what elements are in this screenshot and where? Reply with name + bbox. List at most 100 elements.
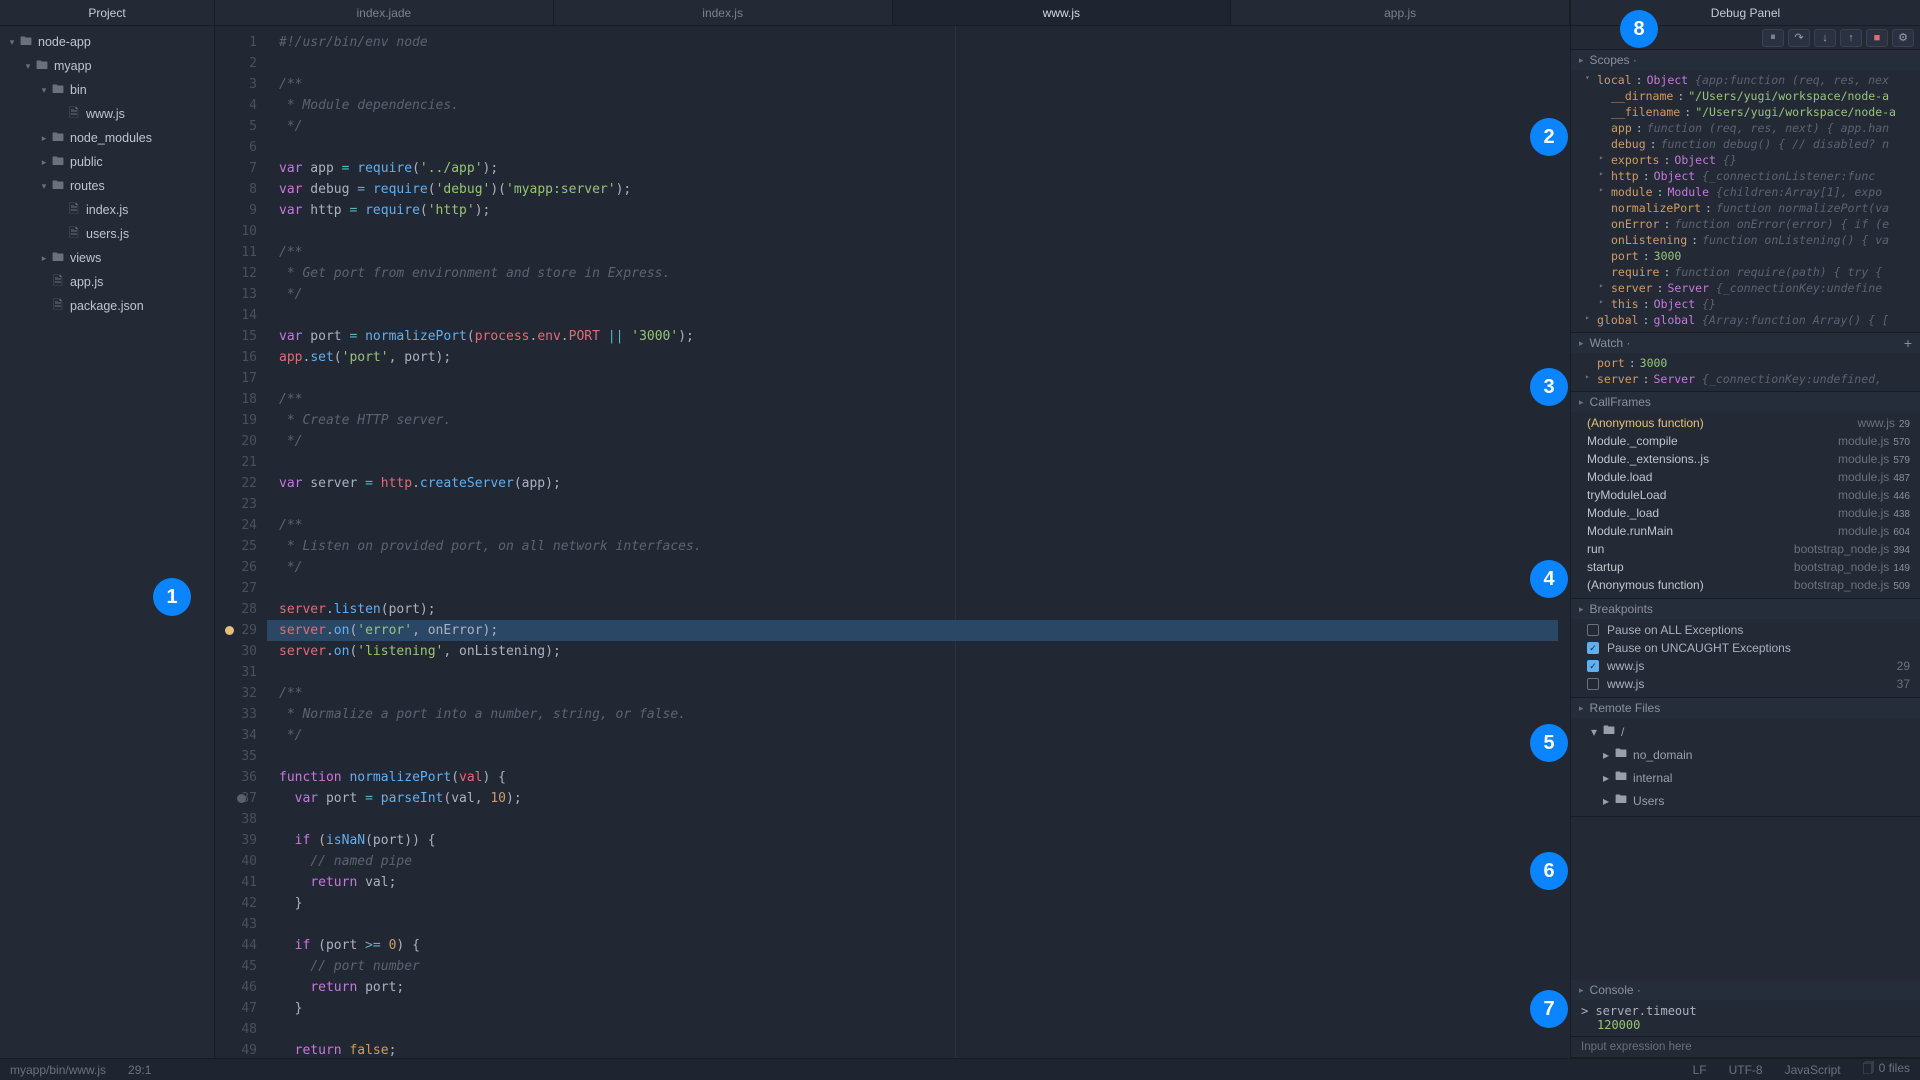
scope-var[interactable]: onListening:function onListening() { va: [1571, 232, 1920, 248]
chevron-right-icon: ▸: [1603, 771, 1609, 785]
tree-label: node-app: [38, 35, 91, 49]
scope-var[interactable]: ▸module:Module {children:Array[1], expo: [1571, 184, 1920, 200]
tree-file-www[interactable]: 🗎www.js: [0, 102, 214, 126]
tab-index-jade[interactable]: index.jade: [215, 0, 554, 25]
chevron-right-icon: ▸: [1579, 338, 1584, 349]
status-files[interactable]: 🗍0 files: [1863, 1059, 1910, 1080]
pause-button[interactable]: ⏸: [1762, 29, 1784, 47]
callframe-row[interactable]: Module._loadmodule.js438: [1571, 504, 1920, 522]
tree-folder-views[interactable]: ▸🖿views: [0, 246, 214, 270]
tree-folder-public[interactable]: ▸🖿public: [0, 150, 214, 174]
bp-line: 29: [1897, 659, 1910, 673]
console-input[interactable]: Input expression here: [1571, 1036, 1920, 1057]
settings-button[interactable]: ⚙: [1892, 29, 1914, 47]
tree-file-users[interactable]: 🗎users.js: [0, 222, 214, 246]
line-gutter[interactable]: 1234567891011121314151617181920212223242…: [215, 26, 267, 1058]
breakpoints-header[interactable]: ▸Breakpoints: [1571, 599, 1920, 619]
console-header[interactable]: ▸Console ·: [1571, 980, 1920, 1000]
tree-label: myapp: [54, 59, 92, 73]
file-icon: 🗎: [66, 104, 82, 125]
scope-var[interactable]: ▸server:Server {_connectionKey:undefine: [1571, 280, 1920, 296]
bp-pause-uncaught[interactable]: ✓Pause on UNCAUGHT Exceptions: [1571, 639, 1920, 657]
status-bar: myapp/bin/www.js 29:1 LF UTF-8 JavaScrip…: [0, 1058, 1920, 1080]
callframe-row[interactable]: (Anonymous function)bootstrap_node.js509: [1571, 576, 1920, 594]
rf-item[interactable]: ▸🖿no_domain: [1571, 743, 1920, 766]
callframe-row[interactable]: tryModuleLoadmodule.js446: [1571, 486, 1920, 504]
annotation-badge-6: 6: [1532, 854, 1566, 888]
status-line-ending[interactable]: LF: [1693, 1063, 1707, 1077]
scope-var[interactable]: normalizePort:function normalizePort(va: [1571, 200, 1920, 216]
remote-files-header[interactable]: ▸Remote Files: [1571, 698, 1920, 718]
scope-local[interactable]: ▾local:Object {app:function (req, res, n…: [1571, 72, 1920, 88]
bp-file[interactable]: www.js37: [1571, 675, 1920, 693]
tree-file-package[interactable]: 🗎package.json: [0, 294, 214, 318]
step-out-button[interactable]: ↑: [1840, 29, 1862, 47]
bp-file[interactable]: ✓ www.js 29: [1571, 657, 1920, 675]
scope-var[interactable]: __filename:"/Users/yugi/workspace/node-a: [1571, 104, 1920, 120]
callframe-row[interactable]: Module.loadmodule.js487: [1571, 468, 1920, 486]
callframe-row[interactable]: Module._compilemodule.js570: [1571, 432, 1920, 450]
editor-tabs: index.jade index.js www.js app.js: [215, 0, 1570, 26]
checkbox-icon[interactable]: [1587, 678, 1599, 690]
tree-folder-bin[interactable]: ▾🖿bin: [0, 78, 214, 102]
project-sidebar: Project ▾🖿node-app ▾🖿myapp ▾🖿bin 🗎www.js…: [0, 0, 215, 1058]
checkbox-icon[interactable]: ✓: [1587, 660, 1599, 672]
callframe-row[interactable]: runbootstrap_node.js394: [1571, 540, 1920, 558]
rf-root[interactable]: ▾🖿/: [1571, 720, 1920, 743]
tab-app-js[interactable]: app.js: [1231, 0, 1570, 25]
folder-icon: 🖿: [34, 56, 50, 77]
chevron-right-icon: ▸: [1599, 153, 1611, 167]
callframes-section: ▸CallFrames (Anonymous function)www.js29…: [1571, 392, 1920, 599]
code-editor[interactable]: 1234567891011121314151617181920212223242…: [215, 26, 1570, 1058]
callframe-row[interactable]: Module.runMainmodule.js604: [1571, 522, 1920, 540]
tree-folder-myapp[interactable]: ▾🖿myapp: [0, 54, 214, 78]
watch-var[interactable]: port:3000: [1571, 355, 1920, 371]
tree-label: bin: [70, 83, 87, 97]
scopes-header[interactable]: ▸Scopes ·: [1571, 50, 1920, 70]
step-over-button[interactable]: ↷: [1788, 29, 1810, 47]
scope-var[interactable]: onError:function onError(error) { if (e: [1571, 216, 1920, 232]
tree-file-index[interactable]: 🗎index.js: [0, 198, 214, 222]
scope-var[interactable]: require:function require(path) { try {: [1571, 264, 1920, 280]
step-into-button[interactable]: ↓: [1814, 29, 1836, 47]
file-icon: 🗎: [50, 272, 66, 293]
callframe-row[interactable]: (Anonymous function)www.js29: [1571, 414, 1920, 432]
add-watch-button[interactable]: +: [1904, 335, 1912, 351]
scope-var[interactable]: ▸http:Object {_connectionListener:func: [1571, 168, 1920, 184]
watch-var[interactable]: ▸server:Server {_connectionKey:undefined…: [1571, 371, 1920, 387]
tree-folder-root[interactable]: ▾🖿node-app: [0, 30, 214, 54]
stop-button[interactable]: ■: [1866, 29, 1888, 47]
checkbox-icon[interactable]: ✓: [1587, 642, 1599, 654]
rf-item[interactable]: ▸🖿internal: [1571, 766, 1920, 789]
watch-header[interactable]: ▸Watch ·+: [1571, 333, 1920, 353]
folder-icon: 🖿: [1615, 767, 1627, 788]
tree-file-app[interactable]: 🗎 app.js: [0, 270, 214, 294]
bp-label: www.js: [1607, 659, 1644, 673]
code-content[interactable]: #!/usr/bin/env node/** * Module dependen…: [267, 26, 1570, 1058]
scope-var[interactable]: ▸exports:Object {}: [1571, 152, 1920, 168]
tree-folder-node-modules[interactable]: ▸🖿node_modules: [0, 126, 214, 150]
tree-label: package.json: [70, 299, 144, 313]
callframe-row[interactable]: Module._extensions..jsmodule.js579: [1571, 450, 1920, 468]
chevron-right-icon: ▸: [1579, 397, 1584, 408]
bp-pause-all[interactable]: Pause on ALL Exceptions: [1571, 621, 1920, 639]
tree-label: app.js: [70, 275, 103, 289]
status-cursor-pos[interactable]: 29:1: [128, 1063, 151, 1077]
status-language[interactable]: JavaScript: [1785, 1063, 1841, 1077]
rf-item[interactable]: ▸🖿Users: [1571, 789, 1920, 812]
file-icon: 🗎: [66, 200, 82, 221]
tree-folder-routes[interactable]: ▾🖿routes: [0, 174, 214, 198]
scope-var[interactable]: debug:function debug() { // disabled? n: [1571, 136, 1920, 152]
scope-var[interactable]: app:function (req, res, next) { app.han: [1571, 120, 1920, 136]
callframe-row[interactable]: startupbootstrap_node.js149: [1571, 558, 1920, 576]
scope-global[interactable]: ▸global:global {Array:function Array() {…: [1571, 312, 1920, 328]
checkbox-icon[interactable]: [1587, 624, 1599, 636]
chevron-right-icon: ▸: [1599, 297, 1611, 311]
callframes-header[interactable]: ▸CallFrames: [1571, 392, 1920, 412]
scope-var[interactable]: __dirname:"/Users/yugi/workspace/node-a: [1571, 88, 1920, 104]
scope-var[interactable]: ▸this:Object {}: [1571, 296, 1920, 312]
scope-var[interactable]: port:3000: [1571, 248, 1920, 264]
tab-www-js[interactable]: www.js: [893, 0, 1232, 25]
tab-index-js[interactable]: index.js: [554, 0, 893, 25]
status-encoding[interactable]: UTF-8: [1729, 1063, 1763, 1077]
